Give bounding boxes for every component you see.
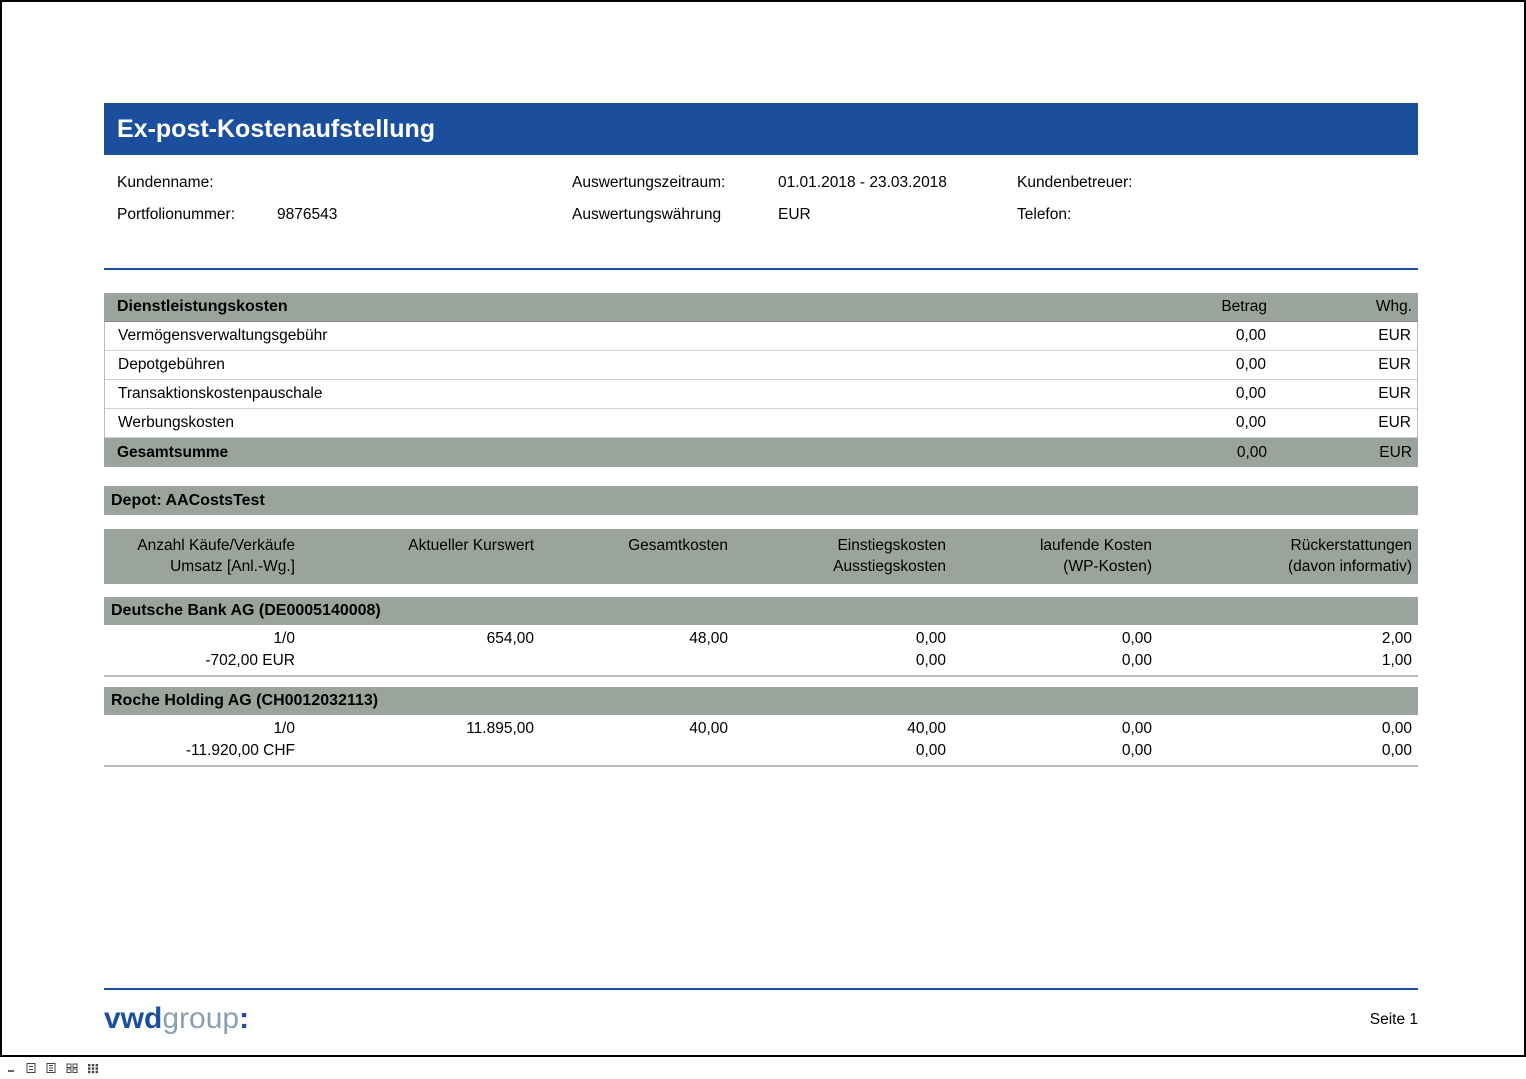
service-costs-table: Dienstleistungskosten Betrag Whg. Vermög… [104, 293, 1418, 467]
table-row: Depotgebühren 0,00 EUR [105, 351, 1417, 380]
column-header: Gesamtkosten [534, 535, 728, 577]
cost-amount: 0,00 [1121, 327, 1266, 345]
column-header: Rückerstattungen (davon informativ) [1152, 535, 1412, 577]
auswertungszeitraum-label: Auswertungszeitraum: [572, 174, 725, 192]
dash-icon[interactable] [7, 1062, 17, 1074]
position-cell: 40,00 0,00 [728, 718, 946, 761]
kundenname-label: Kundenname: [117, 174, 214, 192]
cost-currency: EUR [1266, 327, 1411, 345]
auswertungszeitraum-value: 01.01.2018 - 23.03.2018 [778, 174, 947, 192]
kundenbetreuer-label: Kundenbetreuer: [1017, 174, 1132, 192]
column-header: Aktueller Kurswert [295, 535, 534, 577]
betrag-column-header: Betrag [1122, 298, 1267, 316]
grid-3x3-icon[interactable] [87, 1062, 99, 1074]
telefon-label: Telefon: [1017, 206, 1071, 224]
depot-header-bar: Depot: AACostsTest [104, 486, 1418, 515]
cost-currency: EUR [1266, 356, 1411, 374]
grid-2x2-icon[interactable] [66, 1062, 78, 1074]
position-cell: 654,00 [295, 628, 534, 671]
table-row: Werbungskosten 0,00 EUR [105, 409, 1417, 438]
whg-column-header: Whg. [1267, 298, 1412, 316]
position-cell: 2,00 1,00 [1152, 628, 1412, 671]
position-row: 1/0 -11.920,00 CHF 11.895,00 40,00 40,00… [104, 715, 1418, 767]
report-title-bar: Ex-post-Kostenaufstellung [104, 103, 1418, 155]
logo-text-group: group [162, 1002, 239, 1035]
position-cell: 0,00 0,00 [946, 718, 1152, 761]
service-costs-header: Dienstleistungskosten Betrag Whg. [104, 293, 1418, 322]
viewer-statusbar [0, 1057, 1526, 1079]
cost-label: Vermögensverwaltungsgebühr [118, 327, 1121, 345]
depot-title: Depot: AACostsTest [111, 492, 265, 510]
vwd-group-logo: vwdgroup: [104, 1004, 249, 1034]
meta-row-1: Kundenname: Auswertungszeitraum: 01.01.2… [104, 168, 1418, 200]
security-name: Deutsche Bank AG (DE0005140008) [111, 602, 381, 620]
cost-currency: EUR [1266, 385, 1411, 403]
page-icon[interactable] [26, 1062, 37, 1074]
position-row: 1/0 -702,00 EUR 654,00 48,00 0,00 0,00 0… [104, 625, 1418, 677]
position-name-bar: Roche Holding AG (CH0012032113) [104, 687, 1418, 715]
service-costs-body: Vermögensverwaltungsgebühr 0,00 EUR Depo… [104, 322, 1418, 438]
portfolionummer-value: 9876543 [277, 206, 337, 224]
header-divider-rule [104, 268, 1418, 270]
report-window: Ex-post-Kostenaufstellung Kundenname: Au… [0, 0, 1526, 1057]
total-row: Gesamtsumme 0,00 EUR [104, 438, 1418, 467]
cost-amount: 0,00 [1121, 385, 1266, 403]
cost-currency: EUR [1266, 414, 1411, 432]
cost-label: Depotgebühren [118, 356, 1121, 374]
column-header: Anzahl Käufe/Verkäufe Umsatz [Anl.-Wg.] [104, 535, 295, 577]
column-header: Einstiegskosten Ausstiegskosten [728, 535, 946, 577]
positions-column-header: Anzahl Käufe/Verkäufe Umsatz [Anl.-Wg.] … [104, 529, 1418, 584]
position-cell: 48,00 [534, 628, 728, 671]
total-currency: EUR [1267, 444, 1412, 462]
logo-text-colon: : [239, 1002, 249, 1035]
position-cell: 40,00 [534, 718, 728, 761]
position-cell: 0,00 0,00 [728, 628, 946, 671]
footer-divider-rule [104, 988, 1418, 990]
report-page: Ex-post-Kostenaufstellung Kundenname: Au… [104, 103, 1418, 767]
page-lines-icon[interactable] [46, 1062, 57, 1074]
logo-text-vwd: vwd [104, 1002, 162, 1035]
position-name-bar: Deutsche Bank AG (DE0005140008) [104, 597, 1418, 625]
auswertungswaehrung-value: EUR [778, 206, 811, 224]
position-cell: 1/0 -702,00 EUR [104, 628, 295, 671]
position-cell: 0,00 0,00 [946, 628, 1152, 671]
page-number: Seite 1 [1370, 1011, 1418, 1034]
report-footer: vwdgroup: Seite 1 [104, 988, 1418, 1034]
report-meta: Kundenname: Auswertungszeitraum: 01.01.2… [104, 168, 1418, 232]
cost-amount: 0,00 [1121, 356, 1266, 374]
meta-row-2: Portfolionummer: 9876543 Auswertungswähr… [104, 200, 1418, 232]
total-amount: 0,00 [1122, 444, 1267, 462]
security-name: Roche Holding AG (CH0012032113) [111, 692, 378, 710]
position-cell: 11.895,00 [295, 718, 534, 761]
portfolionummer-label: Portfolionummer: [117, 206, 235, 224]
total-label: Gesamtsumme [117, 444, 1122, 462]
table-row: Vermögensverwaltungsgebühr 0,00 EUR [105, 322, 1417, 351]
cost-amount: 0,00 [1121, 414, 1266, 432]
table-row: Transaktionskostenpauschale 0,00 EUR [105, 380, 1417, 409]
page-title: Ex-post-Kostenaufstellung [117, 115, 435, 144]
auswertungswaehrung-label: Auswertungswährung [572, 206, 721, 224]
service-costs-title: Dienstleistungskosten [117, 298, 1122, 316]
position-cell: 0,00 0,00 [1152, 718, 1412, 761]
cost-label: Werbungskosten [118, 414, 1121, 432]
cost-label: Transaktionskostenpauschale [118, 385, 1121, 403]
position-cell: 1/0 -11.920,00 CHF [104, 718, 295, 761]
column-header: laufende Kosten (WP-Kosten) [946, 535, 1152, 577]
